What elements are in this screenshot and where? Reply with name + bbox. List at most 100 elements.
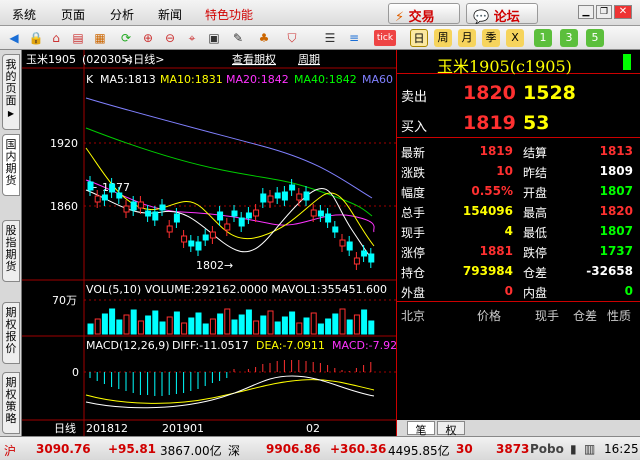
period-link[interactable]: 周期 <box>298 53 320 66</box>
menu-analysis[interactable]: 分析 <box>110 6 134 23</box>
trade-button[interactable]: ⚡ 交易 <box>388 3 460 25</box>
menu-bar: 系统 页面 分析 新闻 特色功能 ⚡ 交易 💬 论坛 ▁ ❐ ✕ <box>0 0 640 26</box>
ma40-label: MA40:1842 <box>294 73 357 86</box>
tab-my-page[interactable]: 我的页面 ▶ <box>2 54 20 130</box>
lightning-icon: ⚡ <box>395 10 405 25</box>
quote-label: 总手 <box>401 206 426 220</box>
quote-label: 持仓 <box>401 266 426 280</box>
candle-body <box>166 225 173 233</box>
quote-bottom-tabs: 笔 权 <box>397 420 640 437</box>
ma60-label: MA60 <box>362 73 393 86</box>
news-icon[interactable]: ▤ <box>70 30 86 46</box>
quote-label: 最高 <box>523 206 548 220</box>
volume-bar <box>195 312 202 335</box>
arrow-right-icon: ▶ <box>7 109 15 118</box>
trade-col-nature: 性质 <box>607 309 632 323</box>
candle-body <box>137 201 144 209</box>
candle-body <box>217 211 224 221</box>
quote-value: 0 <box>504 284 513 298</box>
volume-bar <box>145 315 152 335</box>
volume-bar <box>166 316 173 335</box>
macd-diff: DIFF:-11.0517 <box>172 339 249 352</box>
candle-body <box>281 191 288 201</box>
refresh-icon[interactable]: ⟳ <box>118 30 134 46</box>
close-icon[interactable]: ✕ <box>614 5 632 19</box>
quote-label: 跌停 <box>523 246 548 260</box>
candle-body <box>289 184 296 191</box>
period-custom-button[interactable]: X <box>506 29 524 47</box>
lock-icon[interactable]: 🔒 <box>28 30 44 46</box>
chart-canvas[interactable]: 玉米1905 (020305) <日线> 查看期权 周期 K MA5:1813 … <box>22 50 396 436</box>
volume-bar <box>317 323 324 335</box>
volume-bar <box>202 323 209 335</box>
ruler-icon[interactable]: ▣ <box>206 30 222 46</box>
speech-bubble-icon: 💬 <box>473 10 490 25</box>
tab-domestic-futures[interactable]: 国内期货 <box>2 134 20 196</box>
candle-body <box>116 192 123 199</box>
trade-col-oi-change: 仓差 <box>573 309 598 323</box>
pin-icon[interactable]: ⌖ <box>184 30 200 46</box>
tab-options-strategy[interactable]: 期权策略 <box>2 372 20 434</box>
quote-label: 涨停 <box>401 246 426 260</box>
menu-page[interactable]: 页面 <box>61 6 85 23</box>
restore-icon[interactable]: ❐ <box>596 5 612 19</box>
view-options-link[interactable]: 查看期权 <box>232 52 276 66</box>
quote-value: 1737 <box>599 244 633 258</box>
candle-body <box>361 250 368 257</box>
period-week-button[interactable]: 周 <box>434 29 452 47</box>
quote-row: 现手 4 最低 1807 <box>397 222 640 241</box>
period-month-button[interactable]: 月 <box>458 29 476 47</box>
tab-index-futures[interactable]: 股指期货 <box>2 220 20 282</box>
home-icon[interactable]: ⌂ <box>48 30 64 46</box>
tick-icon[interactable]: tick <box>374 30 396 46</box>
quote-value: 4 <box>504 224 513 238</box>
zoom-out-icon[interactable]: ⊖ <box>162 30 178 46</box>
ma10-label: MA10:1831 <box>160 73 223 86</box>
draw-pen-icon[interactable]: ✎ <box>230 30 246 46</box>
filter-icon[interactable]: ⛉ <box>284 30 300 46</box>
sh-index-change: +95.81 <box>108 442 157 456</box>
ma5-label: MA5:1813 <box>100 73 156 86</box>
forum-button[interactable]: 💬 论坛 <box>466 3 538 25</box>
tab-rights[interactable]: 权 <box>437 421 465 437</box>
volume-bar <box>296 322 303 335</box>
period-1min-button[interactable]: 1 <box>534 29 552 47</box>
period-day-button[interactable]: 日 <box>410 29 428 47</box>
volume-bar <box>281 316 288 335</box>
back-icon[interactable]: ◀ <box>6 30 22 46</box>
period-5min-button[interactable]: 5 <box>586 29 604 47</box>
trade-detail-list[interactable] <box>397 324 640 418</box>
tab-options-quotes[interactable]: 期权报价 <box>2 302 20 364</box>
sh-index-value: 3090.76 <box>36 442 91 456</box>
menu-news[interactable]: 新闻 <box>158 6 182 23</box>
price-tick-1860: 1860 <box>50 200 78 213</box>
brand-logo: Pobo <box>530 442 564 456</box>
buy-volume: 53 <box>523 112 550 134</box>
tab-ticks[interactable]: 笔 <box>407 421 435 437</box>
volume-bar <box>245 309 252 335</box>
quote-label: 最新 <box>401 146 426 160</box>
chart-icon[interactable]: ▦ <box>92 30 108 46</box>
candle-body <box>238 217 245 227</box>
candle-body <box>159 204 166 211</box>
signal-icon: ▮ <box>570 442 577 456</box>
list-icon[interactable]: ≡ <box>346 30 362 46</box>
menu-system[interactable]: 系统 <box>12 6 36 23</box>
bell-icon[interactable]: ♣ <box>256 30 272 46</box>
minimize-icon[interactable]: ▁ <box>578 5 594 19</box>
volume-bar <box>346 319 353 335</box>
volume-bar <box>289 311 296 335</box>
quote-value: 154096 <box>462 204 513 218</box>
quote-value: 0 <box>624 284 633 298</box>
quote-row: 涨跌 10 昨结 1809 <box>397 162 640 181</box>
quote-value: 1820 <box>599 204 633 218</box>
period-quarter-button[interactable]: 季 <box>482 29 500 47</box>
table-icon[interactable]: ☰ <box>322 30 338 46</box>
kline-chart[interactable]: 玉米1905 (020305) <日线> 查看期权 周期 K MA5:1813 … <box>22 50 396 436</box>
candle-body <box>353 257 360 265</box>
period-3min-button[interactable]: 3 <box>560 29 578 47</box>
volume-bar <box>181 322 188 335</box>
menu-special-features[interactable]: 特色功能 <box>205 6 253 23</box>
zoom-in-icon[interactable]: ⊕ <box>140 30 156 46</box>
quote-value: 10 <box>496 164 513 178</box>
